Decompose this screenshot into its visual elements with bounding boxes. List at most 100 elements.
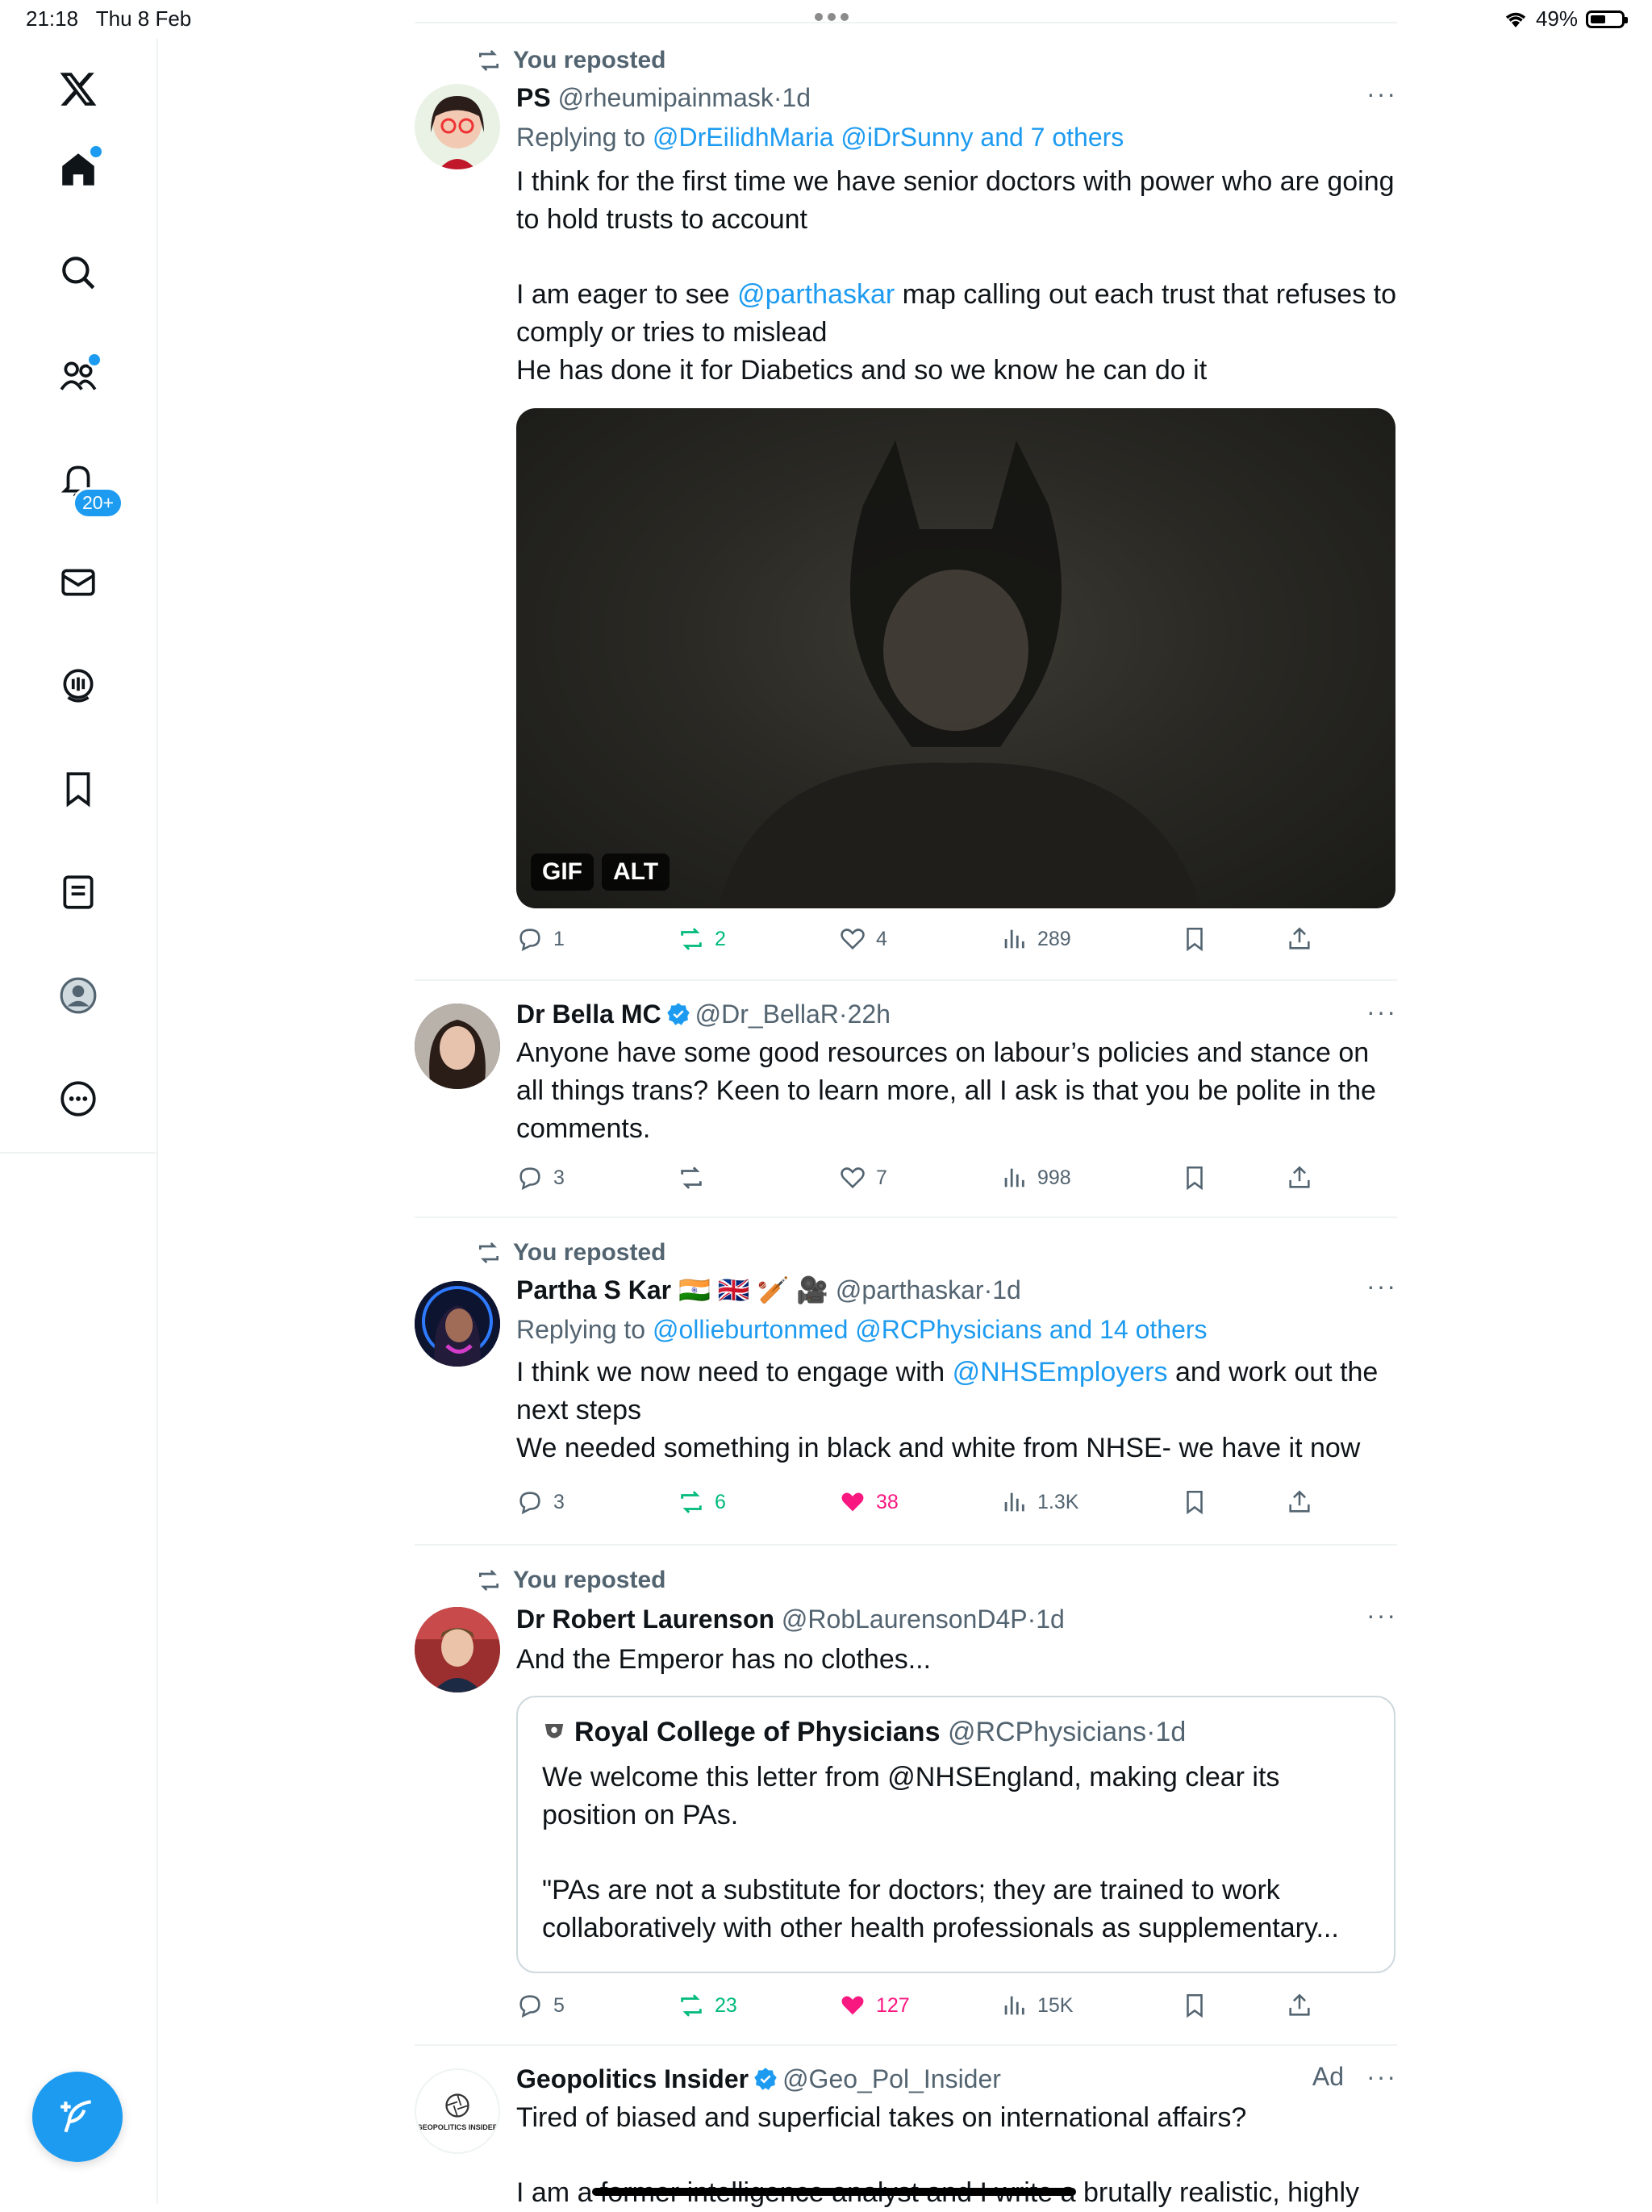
quoted-author-handle[interactable]: @RCPhysicians (948, 1717, 1146, 1747)
reply-count: 1 (553, 927, 565, 950)
author-handle[interactable]: @rheumipainmask (558, 83, 774, 112)
tweet-time[interactable]: 1d (1036, 1605, 1065, 1634)
views-count: 998 (1037, 1166, 1071, 1189)
timeline-feed: You reposted PS @rheumipainmask·1d Reply… (415, 0, 1397, 2208)
tweet-media-gif[interactable]: GIF ALT (516, 408, 1395, 908)
mention-link[interactable]: @parthaskar (737, 279, 895, 310)
heart-icon (841, 929, 865, 950)
share-button[interactable] (1286, 921, 1313, 957)
heart-icon (841, 1167, 865, 1189)
replying-to-link[interactable]: @ollieburtonmed @RCPhysicians and 14 oth… (653, 1315, 1208, 1344)
bookmark-icon[interactable] (46, 757, 111, 821)
repost-button[interactable]: 2 (678, 921, 726, 957)
verified-badge-icon (754, 2068, 777, 2090)
home-icon[interactable] (46, 137, 111, 202)
avatar[interactable] (415, 1607, 500, 1692)
tweet-text: Anyone have some good resources on labou… (516, 1037, 1376, 1144)
like-button[interactable]: 38 (839, 1484, 899, 1520)
repost-label: You reposted (513, 1239, 666, 1266)
avatar[interactable] (415, 84, 500, 169)
aperture-logo-icon (445, 2093, 469, 2118)
tweet-card[interactable]: Dr Bella MC @Dr_BellaR·22h Anyone have so… (415, 981, 1397, 1218)
repost-button[interactable] (678, 1160, 705, 1196)
author-handle[interactable]: @RobLaurensonD4P (782, 1605, 1028, 1634)
name-emoji: 🇮🇳 🇬🇧 🏏 🎥 (678, 1275, 829, 1304)
tweet-actions: 3 7 998 (516, 1160, 1323, 1196)
more-options-icon[interactable]: ··· (1366, 1271, 1397, 1301)
spaces-icon[interactable] (46, 653, 111, 718)
author-name[interactable]: PS (516, 83, 551, 112)
share-button[interactable] (1286, 1160, 1313, 1196)
author-name[interactable]: Dr Robert Laurenson (516, 1605, 774, 1634)
tweet-text-line: We needed something in black and white f… (516, 1433, 1361, 1463)
reply-button[interactable]: 3 (516, 1484, 565, 1520)
more-circle-icon[interactable] (46, 1066, 111, 1131)
bookmark-button[interactable] (1181, 1160, 1208, 1196)
alt-badge[interactable]: ALT (602, 853, 670, 891)
battery-icon (1586, 10, 1628, 28)
repost-button[interactable]: 6 (678, 1484, 726, 1520)
mention-link[interactable]: @NHSEmployers (953, 1357, 1168, 1388)
author-name[interactable]: Dr Bella MC (516, 1000, 661, 1029)
header-separator: · (1027, 1605, 1037, 1634)
like-button[interactable]: 127 (839, 1988, 910, 2023)
tweet-card[interactable]: You reposted PS @rheumipainmask·1d Reply… (415, 23, 1397, 981)
quoted-tweet-time: 1d (1155, 1717, 1187, 1747)
search-icon[interactable] (46, 240, 111, 305)
share-button[interactable] (1286, 1484, 1313, 1520)
wifi-icon (1505, 12, 1526, 27)
author-handle[interactable]: @parthaskar (836, 1275, 984, 1304)
profile-icon[interactable] (46, 963, 111, 1028)
avatar[interactable] (415, 1004, 500, 1089)
bookmark-button[interactable] (1181, 921, 1208, 957)
bookmark-button[interactable] (1181, 1988, 1208, 2023)
tweet-card[interactable]: You reposted Dr Robert Laurenson @RobLau… (415, 1546, 1397, 2046)
x-logo-icon[interactable] (46, 56, 111, 121)
more-options-icon[interactable]: ··· (1366, 2062, 1397, 2092)
author-name[interactable]: Partha S Kar (516, 1275, 671, 1304)
like-button[interactable]: 4 (839, 921, 887, 957)
mail-icon[interactable] (46, 550, 111, 615)
tweet-text-line: I think we now need to engage with @NHSE… (516, 1357, 1379, 1425)
repost-icon (681, 1994, 702, 2017)
header-separator: · (1146, 1717, 1156, 1747)
author-handle[interactable]: @Dr_BellaR (695, 1000, 839, 1029)
reply-icon (519, 1995, 540, 2018)
author-handle[interactable]: @Geo_Pol_Insider (782, 2064, 1001, 2093)
avatar[interactable] (415, 1281, 500, 1367)
reply-button[interactable]: 5 (516, 1988, 565, 2023)
tweet-card-ad[interactable]: GEOPOLITICS INSIDER Geopolitics Insider @… (415, 2046, 1397, 2208)
tweet-time[interactable]: 22h (848, 1000, 891, 1029)
tweet-time[interactable]: 1d (992, 1275, 1021, 1304)
views-button[interactable]: 998 (1000, 1160, 1071, 1196)
replying-to-link[interactable]: @DrEilidhMaria @iDrSunny and 7 others (653, 123, 1124, 152)
tweet-header: Dr Bella MC @Dr_BellaR·22h (516, 997, 1397, 1031)
repost-button[interactable]: 23 (678, 1988, 737, 2023)
views-button[interactable]: 15K (1000, 1988, 1073, 2023)
status-time: 21:18 Thu 8 Feb (26, 6, 192, 31)
repost-indicator: You reposted (476, 1567, 665, 1594)
tweet-card[interactable]: You reposted Partha S Kar 🇮🇳 🇬🇧 🏏 🎥 @par… (415, 1218, 1397, 1546)
more-options-icon[interactable]: ··· (1366, 1601, 1397, 1630)
header-separator: · (773, 83, 782, 112)
bookmark-button[interactable] (1181, 1484, 1208, 1520)
reply-button[interactable]: 1 (516, 921, 565, 957)
quoted-tweet[interactable]: Royal College of Physicians @RCPhysician… (516, 1696, 1395, 1973)
tweet-text-line: I am eager to see @parthaskar map callin… (516, 279, 1397, 348)
more-options-icon[interactable]: ··· (1366, 79, 1397, 109)
home-indicator[interactable] (592, 2188, 1076, 2196)
quoted-author-name[interactable]: Royal College of Physicians (574, 1717, 940, 1747)
share-button[interactable] (1286, 1988, 1313, 2023)
more-options-icon[interactable]: ··· (1366, 997, 1397, 1027)
like-button[interactable]: 7 (839, 1160, 887, 1196)
tweet-time[interactable]: 1d (782, 83, 811, 112)
list-icon[interactable] (46, 860, 111, 924)
compose-button[interactable] (32, 2072, 123, 2162)
avatar[interactable]: GEOPOLITICS INSIDER (415, 2068, 500, 2154)
views-button[interactable]: 289 (1000, 921, 1071, 957)
author-name[interactable]: Geopolitics Insider (516, 2064, 749, 2093)
reply-button[interactable]: 3 (516, 1160, 565, 1196)
communities-icon[interactable] (46, 344, 111, 408)
views-button[interactable]: 1.3K (1000, 1484, 1078, 1520)
tweet-text-line: He has done it for Diabetics and so we k… (516, 355, 1208, 386)
